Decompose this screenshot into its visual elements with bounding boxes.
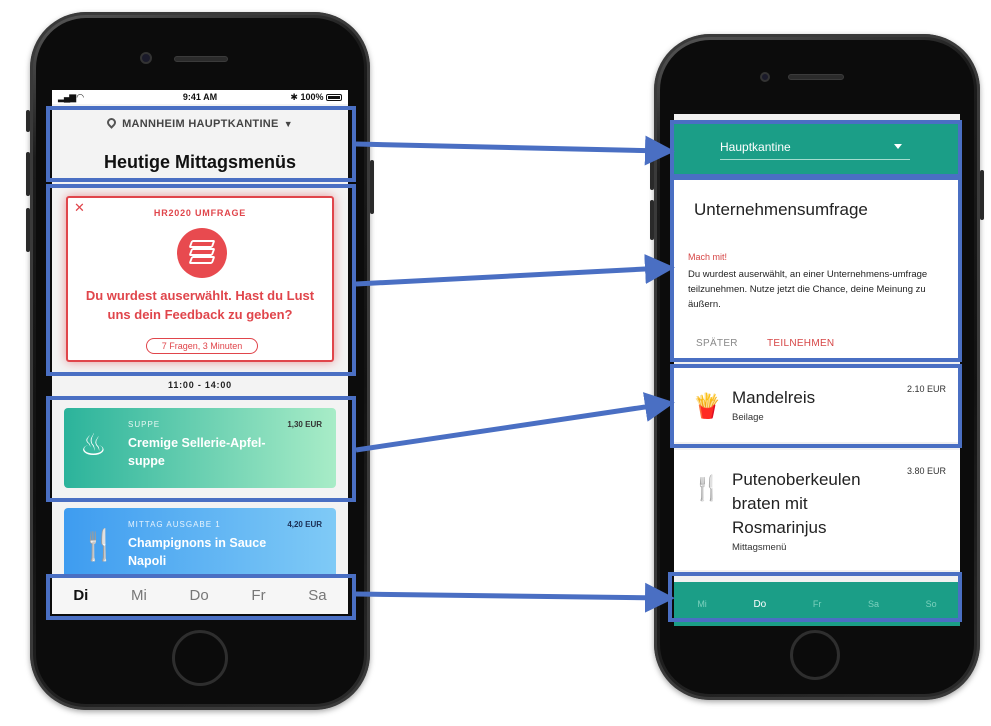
arrow-location — [355, 135, 675, 166]
arrow-meal — [355, 392, 675, 453]
arrow-day-bar — [355, 582, 675, 613]
arrow-survey — [355, 254, 675, 287]
mapping-arrows — [355, 135, 675, 613]
